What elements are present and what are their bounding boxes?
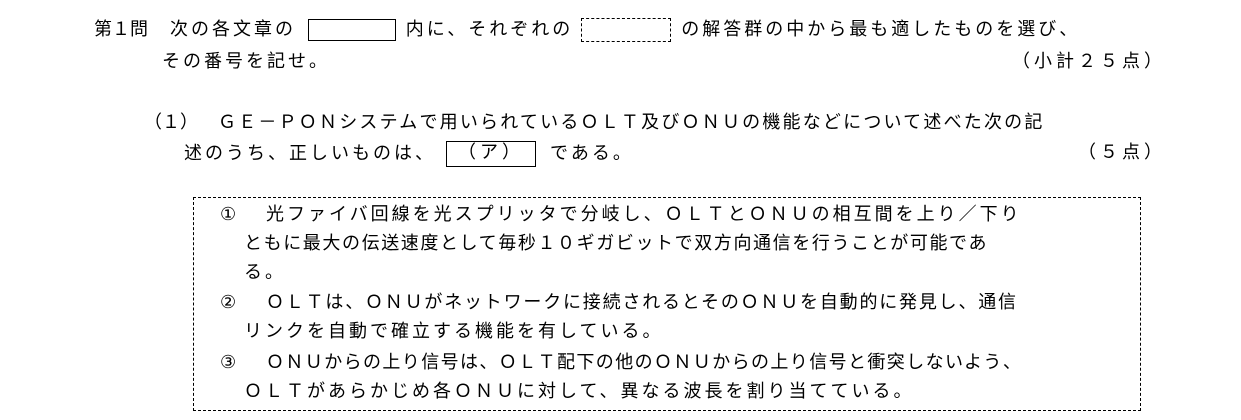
header-text-4: その番号を記せ。 bbox=[162, 51, 330, 72]
answer-group-box bbox=[581, 18, 672, 42]
question-text-2a: 述のうち、正しいものは、 bbox=[184, 143, 436, 164]
header-text-1: 次の各文章の bbox=[170, 19, 296, 40]
choice-2-line-2: リンクを自動で確立する機能を有している。 bbox=[244, 321, 664, 342]
header-line-1: 第１問 次の各文章の 内に、それぞれの の解答群の中から最も適したものを選び、 bbox=[94, 18, 1080, 42]
choice-1-mark: ① bbox=[220, 204, 240, 225]
answer-box-a: （ア） bbox=[446, 141, 536, 167]
total-points: （小計２５点） bbox=[1012, 51, 1166, 72]
choice-3-line-1: ＯＮＵからの上り信号は、ＯＬＴ配下の他のＯＮＵからの上り信号と衝突しないよう、 bbox=[266, 352, 1023, 373]
choice-2-mark: ② bbox=[220, 292, 240, 313]
choice-2-line-1: ＯＬＴは、ＯＮＵがネットワークに接続されるとそのＯＮＵを自動的に発見し、通信 bbox=[266, 292, 1018, 313]
choice-1-line-2: ともに最大の伝送速度として毎秒１０ギガビットで双方向通信を行うことが可能であ bbox=[244, 233, 989, 254]
question-text-1: ＧＥ－ＰＯＮシステムで用いられているＯＬＴ及びＯＮＵの機能などについて述べた次の… bbox=[218, 112, 1045, 133]
header-line-2: その番号を記せ。 bbox=[162, 50, 330, 74]
choice-3-mark: ③ bbox=[220, 352, 240, 373]
sub-question-number: （１） bbox=[144, 112, 198, 133]
question-text-2b: である。 bbox=[550, 143, 634, 164]
question-points: （５点） bbox=[1078, 142, 1166, 163]
question-number: 第１問 bbox=[94, 19, 148, 40]
choice-3-line-2: ＯＬＴがあらかじめ各ＯＮＵに対して、異なる波長を割り当てている。 bbox=[244, 381, 915, 402]
header-text-3: の解答群の中から最も適したものを選び、 bbox=[681, 19, 1081, 40]
choice-1-line-3: る。 bbox=[244, 262, 286, 283]
header-text-2: 内に、それぞれの bbox=[405, 19, 574, 40]
question-line-1: （１） ＧＥ－ＰＯＮシステムで用いられているＯＬＴ及びＯＮＵの機能などについて述べ… bbox=[144, 111, 1045, 135]
answer-choices-frame: ① 光ファイバ回線を光スプリッタで分岐し、ＯＬＴとＯＮＵの相互間を上り／下り と… bbox=[193, 197, 1141, 411]
choice-1-line-1: 光ファイバ回線を光スプリッタで分岐し、ＯＬＴとＯＮＵの相互間を上り／下り bbox=[266, 204, 1022, 225]
question-line-2: 述のうち、正しいものは、 （ア） である。 bbox=[184, 141, 634, 167]
blank-answer-box bbox=[307, 19, 396, 41]
